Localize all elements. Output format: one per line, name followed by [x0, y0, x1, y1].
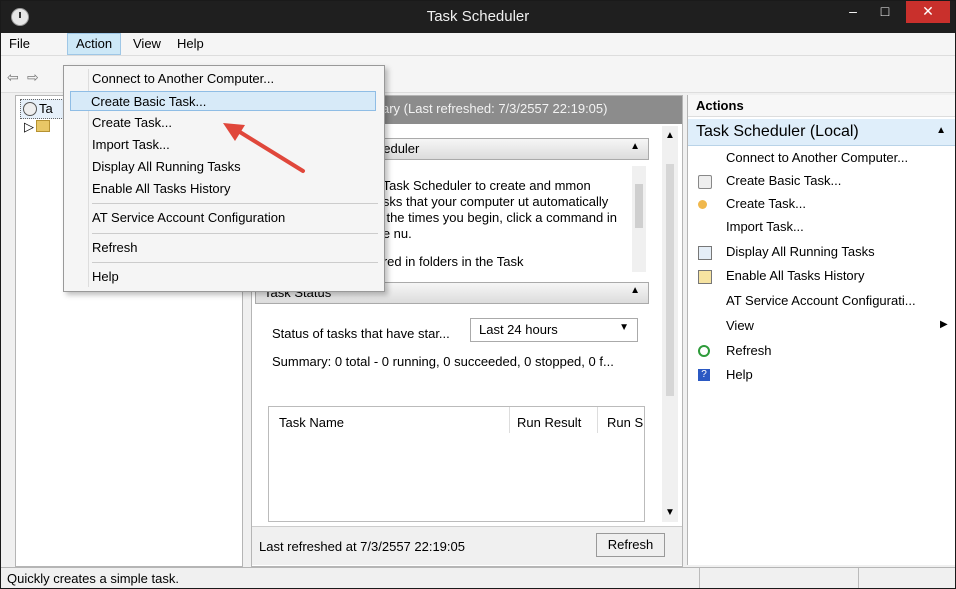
- running-tasks-icon: [698, 246, 712, 260]
- action-connect[interactable]: Connect to Another Computer...: [726, 148, 908, 168]
- task-table: Task Name Run Result Run S: [268, 406, 645, 522]
- menu-item-enable-history[interactable]: Enable All Tasks History: [92, 179, 231, 199]
- menu-separator: [92, 233, 378, 234]
- status-label: Status of tasks that have star...: [272, 326, 450, 341]
- menu-help[interactable]: Help: [169, 33, 212, 55]
- menu-item-create-task[interactable]: Create Task...: [92, 113, 172, 133]
- menu-item-refresh[interactable]: Refresh: [92, 238, 138, 258]
- collapse-icon[interactable]: ▲: [630, 141, 640, 152]
- action-create-basic-task[interactable]: Create Basic Task...: [726, 171, 841, 191]
- annotation-arrow-icon: [223, 123, 305, 173]
- folder-icon[interactable]: [36, 120, 50, 132]
- col-run-result[interactable]: Run Result: [517, 415, 581, 430]
- col-task-name[interactable]: Task Name: [279, 415, 344, 430]
- last-refreshed-text: Last refreshed at 7/3/2557 22:19:05: [259, 539, 465, 554]
- action-help[interactable]: Help: [726, 365, 753, 385]
- chevron-down-icon: ▼: [619, 322, 629, 333]
- help-icon: ?: [698, 369, 710, 381]
- minimize-button[interactable]: –: [839, 1, 867, 23]
- expand-chevron-icon[interactable]: ▷: [24, 119, 34, 135]
- scroll-thumb[interactable]: [666, 164, 674, 396]
- status-divider: [858, 568, 859, 588]
- refresh-icon: [698, 345, 710, 357]
- actions-header: Actions: [688, 95, 955, 117]
- menu-item-import-task[interactable]: Import Task...: [92, 135, 170, 155]
- menu-bar: File Action View Help: [1, 33, 955, 56]
- menu-item-connect[interactable]: Connect to Another Computer...: [92, 69, 274, 89]
- action-display-running[interactable]: Display All Running Tasks: [726, 242, 875, 262]
- action-refresh[interactable]: Refresh: [726, 341, 772, 361]
- menu-item-create-basic-task[interactable]: Create Basic Task...: [70, 91, 376, 111]
- status-bar: Quickly creates a simple task.: [1, 567, 955, 588]
- scroll-down-icon[interactable]: ▼: [665, 507, 675, 518]
- overview-title: ary (Last refreshed: 7/3/2557 22:19:05): [382, 101, 608, 116]
- back-icon[interactable]: ⇦: [7, 69, 19, 86]
- menu-view[interactable]: View: [125, 33, 169, 55]
- app-window: Task Scheduler – □ ✕ File Action View He…: [0, 0, 956, 589]
- collapse-icon[interactable]: ▲: [936, 125, 946, 136]
- col-run-start[interactable]: Run S: [607, 415, 643, 430]
- section-description: e Task Scheduler to create and mmon task…: [372, 178, 617, 241]
- action-view[interactable]: View: [726, 316, 754, 336]
- select-value: Last 24 hours: [479, 322, 558, 337]
- menu-item-display-running[interactable]: Display All Running Tasks: [92, 157, 241, 177]
- scroll-up-icon[interactable]: ▲: [665, 130, 675, 141]
- status-text: Quickly creates a simple task.: [7, 571, 179, 586]
- refresh-button[interactable]: Refresh: [596, 533, 665, 557]
- actions-group-header[interactable]: Task Scheduler (Local) ▲: [688, 119, 955, 146]
- forward-icon[interactable]: ⇨: [27, 69, 39, 86]
- actions-group-title: Task Scheduler (Local): [696, 123, 859, 140]
- scroll-thumb[interactable]: [635, 184, 643, 228]
- collapse-icon[interactable]: ▲: [630, 285, 640, 296]
- action-enable-history[interactable]: Enable All Tasks History: [726, 266, 865, 286]
- window-title: Task Scheduler: [426, 8, 530, 25]
- section-scrollbar[interactable]: [632, 166, 646, 272]
- maximize-button[interactable]: □: [871, 1, 899, 23]
- action-import-task[interactable]: Import Task...: [726, 217, 804, 237]
- submenu-arrow-icon: ▶: [940, 319, 948, 330]
- menu-separator: [92, 203, 378, 204]
- status-period-select[interactable]: Last 24 hours ▼: [470, 318, 638, 342]
- action-at-service[interactable]: AT Service Account Configurati...: [726, 291, 916, 311]
- action-create-task[interactable]: Create Task...: [726, 194, 806, 214]
- create-task-icon: [698, 200, 707, 209]
- clock-icon: [23, 102, 37, 116]
- status-divider: [699, 568, 700, 588]
- create-basic-task-icon: [698, 175, 712, 189]
- col-divider: [597, 407, 598, 433]
- close-button[interactable]: ✕: [906, 1, 950, 23]
- menu-item-help[interactable]: Help: [92, 267, 119, 287]
- history-icon: [698, 270, 712, 284]
- section-description-2: tored in folders in the Task: [372, 254, 524, 269]
- actions-pane: Actions Task Scheduler (Local) ▲ Connect…: [687, 95, 955, 565]
- menu-file[interactable]: File: [1, 33, 38, 55]
- menu-separator: [92, 262, 378, 263]
- col-divider: [509, 407, 510, 433]
- status-summary: Summary: 0 total - 0 running, 0 succeede…: [272, 354, 614, 369]
- title-bar: Task Scheduler – □ ✕: [1, 1, 955, 33]
- action-menu-dropdown: Connect to Another Computer... Create Ba…: [63, 65, 385, 292]
- menu-item-at-service[interactable]: AT Service Account Configuration: [92, 208, 285, 228]
- menu-action[interactable]: Action: [67, 33, 122, 55]
- center-scrollbar[interactable]: ▲ ▼: [662, 126, 678, 522]
- center-footer: Last refreshed at 7/3/2557 22:19:05 Refr…: [252, 526, 682, 565]
- tree-root-label: Ta: [39, 101, 53, 116]
